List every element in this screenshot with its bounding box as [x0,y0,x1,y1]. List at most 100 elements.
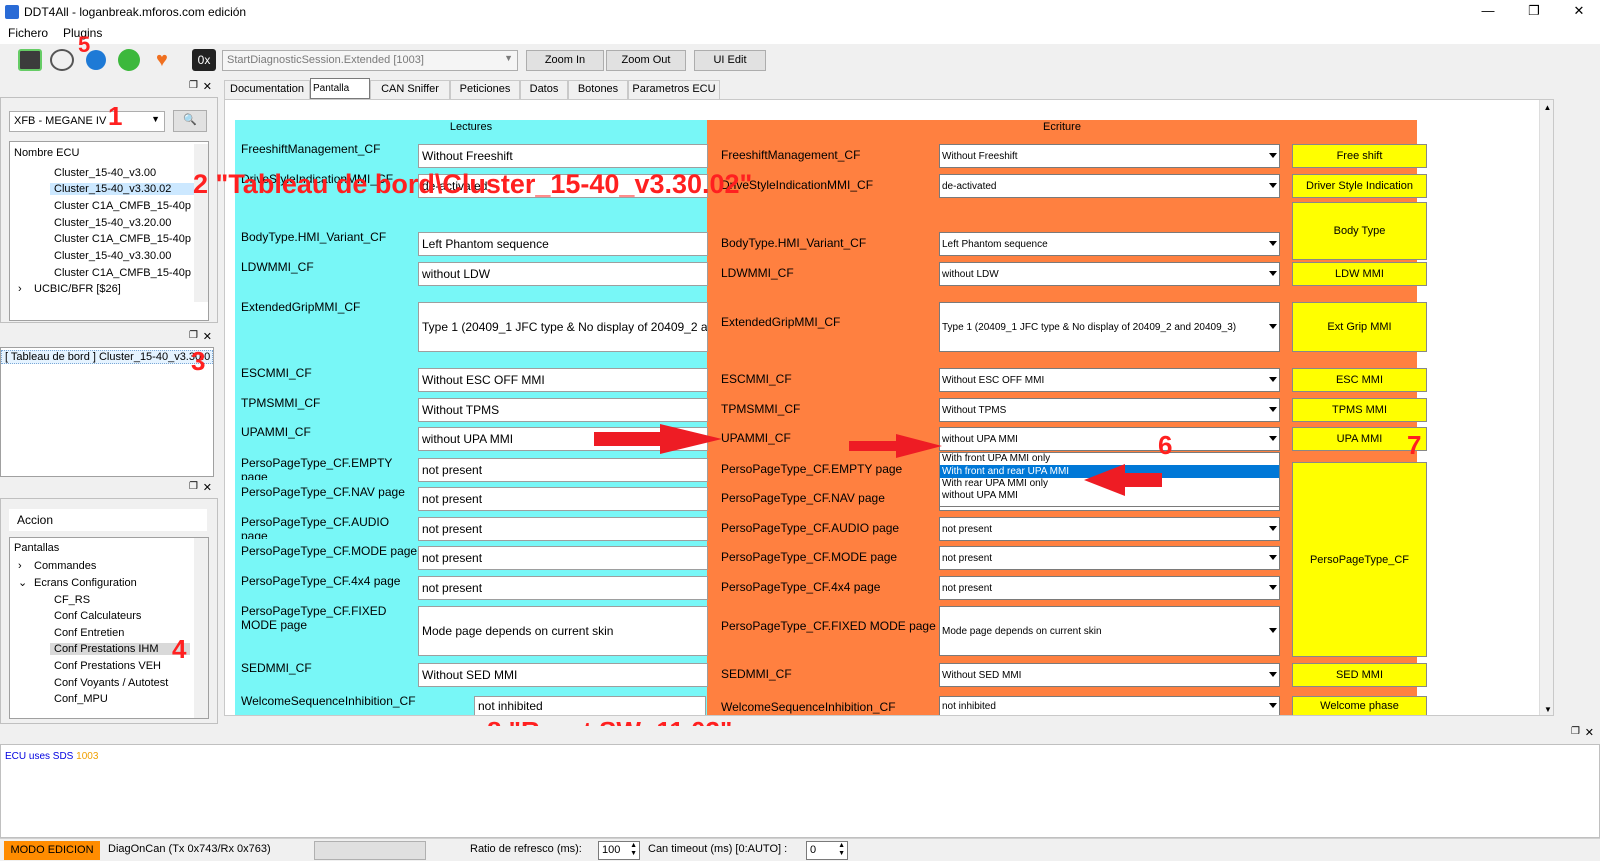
accion-item[interactable]: CF_RS [54,594,90,606]
chevron-down-icon [1269,407,1277,412]
write-select[interactable]: Without ESC OFF MMI [939,368,1280,392]
chevron-right-icon[interactable]: › [18,560,22,572]
float-icon[interactable]: ❐ [189,80,198,91]
write-label: FreeshiftManagement_CF [721,148,861,162]
write-select[interactable]: Mode page depends on current skin [939,606,1280,656]
write-select[interactable]: Without SED MMI [939,663,1280,687]
selected-ecu-item[interactable]: [ Tableau de bord ] Cluster_15-40_v3.30.… [1,350,213,364]
close-icon[interactable]: ✕ [203,330,212,343]
ecu-item[interactable]: Cluster C1A_CMFB_15-40p [54,200,194,212]
ecu-item[interactable]: Cluster_15-40_v3.00 [54,167,156,179]
write-button[interactable]: Driver Style Indication [1292,174,1427,198]
timeout-input[interactable]: 0 ▲ ▼ [806,841,848,860]
minimize-button[interactable]: — [1465,0,1511,24]
float-icon[interactable]: ❐ [189,481,198,492]
perso-page-type-button[interactable]: PersoPageType_CF [1292,462,1427,657]
write-button[interactable]: Welcome phase [1292,696,1427,715]
float-icon[interactable]: ❐ [1571,726,1580,737]
tab-peticiones[interactable]: Peticiones [450,80,520,99]
accion-title: Accion [9,509,207,531]
dropdown-option-highlighted[interactable]: With front and rear UPA MMI [940,465,1279,478]
ui-edit-button[interactable]: UI Edit [694,50,766,71]
log-panel: ECU uses SDS 1003 [0,744,1600,838]
write-select[interactable]: Without Freeshift [939,144,1280,168]
accion-item[interactable]: Conf Calculateurs [54,610,141,622]
close-icon[interactable]: ✕ [203,80,212,93]
close-icon[interactable]: ✕ [1585,726,1594,739]
write-select[interactable]: Left Phantom sequence [939,232,1280,256]
write-select[interactable]: without UPA MMI [939,427,1280,451]
chevron-right-icon[interactable]: › [18,283,22,295]
write-select[interactable]: de-activated [939,174,1280,198]
tab-botones[interactable]: Botones [568,80,628,99]
ecu-tree[interactable]: Nombre ECU Cluster_15-40_v3.00 Cluster_1… [9,141,209,321]
accion-item[interactable]: Ecrans Configuration [34,577,137,589]
ecu-scan-icon[interactable] [18,49,42,71]
menu-fichero[interactable]: Fichero [8,26,48,40]
upa-dropdown-list[interactable]: With front UPA MMI only With front and r… [939,452,1280,507]
close-button[interactable]: ✕ [1556,0,1600,24]
read-label: PersoPageType_CF.4x4 page [241,574,401,588]
scroll-down-icon[interactable]: ▼ [1540,705,1553,714]
session-select[interactable]: StartDiagnosticSession.Extended [1003] ▼ [222,50,518,71]
hex-icon[interactable]: 0x [192,49,216,71]
ecu-group[interactable]: UCBIC/BFR [$26] [34,283,121,295]
tab-parametros-ecu[interactable]: Parametros ECU [628,80,720,99]
ecu-item[interactable]: Cluster C1A_CMFB_15-40p [54,233,194,245]
write-button[interactable]: SED MMI [1292,663,1427,687]
maximize-button[interactable]: ❐ [1511,0,1557,24]
ecu-item[interactable]: Cluster_15-40_v3.30.00 [54,250,171,262]
dropdown-option[interactable]: With rear UPA MMI only [940,478,1279,490]
accion-item[interactable]: Conf Entretien [54,627,124,639]
write-select[interactable]: Without TPMS [939,398,1280,422]
scrollbar[interactable] [194,144,208,302]
spin-arrows-icon[interactable]: ▲ ▼ [630,842,637,858]
scroll-up-icon[interactable]: ▲ [1540,103,1553,112]
read-value: not present [418,546,708,570]
settings-gear-icon[interactable] [50,49,74,71]
ecu-item[interactable]: Cluster_15-40_v3.20.00 [54,217,171,229]
vertical-scrollbar[interactable]: ▲ ▼ [1539,100,1553,715]
tab-documentation[interactable]: Documentation [224,80,310,99]
tab-can-sniffer[interactable]: CAN Sniffer [370,80,450,99]
accion-item[interactable]: Conf Voyants / Autotest [54,677,168,689]
float-icon[interactable]: ❐ [189,330,198,341]
scrollbar[interactable] [194,538,208,718]
write-button[interactable]: LDW MMI [1292,262,1427,286]
ecu-item-selected[interactable]: Cluster_15-40_v3.30.02 [50,183,195,195]
close-icon[interactable]: ✕ [203,481,212,494]
accion-item[interactable]: Conf Prestations VEH [54,660,161,672]
accion-item-selected[interactable]: Conf Prestations IHM [50,643,190,655]
play-icon[interactable] [118,49,140,71]
refresh-input[interactable]: 100 ▲ ▼ [598,841,640,860]
write-select[interactable]: not present [939,546,1280,570]
dropdown-option[interactable]: without UPA MMI [940,490,1279,502]
chevron-down-icon[interactable]: ⌄ [18,576,27,589]
chevron-down-icon [1269,183,1277,188]
tab-datos[interactable]: Datos [520,80,568,99]
ecu-item[interactable]: Cluster C1A_CMFB_15-40p [54,267,194,279]
heartbeat-icon[interactable]: ♥ [156,49,180,71]
tab-pantalla[interactable]: Pantalla [310,78,370,99]
write-button[interactable]: Ext Grip MMI [1292,302,1427,352]
write-button[interactable]: ESC MMI [1292,368,1427,392]
write-button[interactable]: Body Type [1292,202,1427,260]
write-select[interactable]: not inhibited [939,696,1280,715]
write-select[interactable]: not present [939,576,1280,600]
zoom-in-button[interactable]: Zoom In [526,50,604,71]
accion-item[interactable]: Commandes [34,560,96,572]
zoom-out-button[interactable]: Zoom Out [606,50,686,71]
read-value: Without ESC OFF MMI [418,368,708,392]
write-select-value: Without SED MMI [942,669,1022,681]
write-button[interactable]: Free shift [1292,144,1427,168]
write-select[interactable]: not present [939,517,1280,541]
write-select[interactable]: without LDW [939,262,1280,286]
vehicle-select[interactable]: XFB - MEGANE IV ▼ [9,111,165,132]
write-button[interactable]: TPMS MMI [1292,398,1427,422]
write-select[interactable]: Type 1 (20409_1 JFC type & No display of… [939,302,1280,352]
accion-tree[interactable]: Pantallas › Commandes ⌄ Ecrans Configura… [9,537,209,719]
ecu-search-button[interactable]: 🔍 [173,110,207,132]
dropdown-option[interactable]: With front UPA MMI only [940,453,1279,465]
accion-item[interactable]: Conf_MPU [54,693,108,705]
spin-arrows-icon[interactable]: ▲ ▼ [838,842,845,858]
